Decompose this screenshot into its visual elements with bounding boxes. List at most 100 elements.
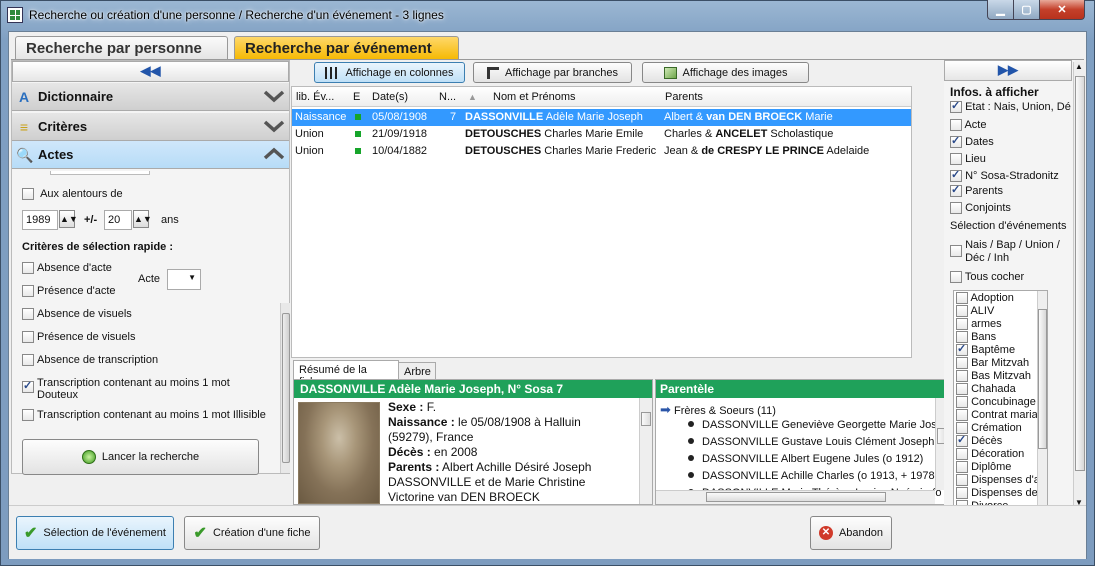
sosa-checkbox[interactable]	[950, 168, 962, 183]
right-collapse-button[interactable]: ▶▶	[944, 60, 1072, 81]
illisible-row[interactable]: Transcription contenant au moins 1 mot I…	[22, 409, 266, 422]
conjoints-checkbox[interactable]	[950, 202, 962, 215]
list-item[interactable]: Chahada	[956, 383, 1016, 396]
list-item[interactable]: Adoption	[956, 292, 1014, 305]
col-lib-evenement[interactable]: lib. Év...	[296, 91, 334, 103]
freres-soeurs-node[interactable]: ➡ Frères & Soeurs (11)	[660, 402, 776, 418]
absence-visuels-row[interactable]: Absence de visuels	[22, 308, 132, 321]
event-checkbox[interactable]	[956, 474, 968, 487]
tab-resume-fiche[interactable]: Résumé de la fiche	[293, 360, 399, 388]
list-item[interactable]: Dispenses d'affir	[956, 474, 1047, 487]
col-e[interactable]: E	[353, 91, 360, 103]
affichage-images-button[interactable]: Affichage des images	[642, 62, 809, 83]
event-checkbox[interactable]	[956, 409, 968, 422]
tous-cocher-row[interactable]: Tous cocher	[950, 271, 1024, 284]
illisible-checkbox[interactable]	[22, 409, 34, 422]
left-collapse-button[interactable]: ◀◀	[12, 61, 289, 82]
section-dictionnaire[interactable]: A Dictionnaire	[12, 83, 289, 111]
delta-input[interactable]: 20	[104, 210, 132, 230]
lieu-checkbox[interactable]	[950, 153, 962, 166]
close-button[interactable]: ✕	[1039, 0, 1085, 20]
list-item[interactable]: Décès	[956, 433, 1002, 448]
event-checkbox[interactable]	[956, 433, 968, 448]
summary-scrollbar-thumb[interactable]	[641, 412, 651, 426]
list-item[interactable]: armes	[956, 318, 1002, 331]
list-item[interactable]: DASSONVILLE Gustave Louis Clément Joseph…	[660, 436, 947, 448]
parents-checkbox[interactable]	[950, 183, 962, 198]
presence-visuels-checkbox[interactable]	[22, 331, 34, 344]
list-item[interactable]: ALIV	[956, 305, 994, 318]
absence-visuels-checkbox[interactable]	[22, 308, 34, 321]
tab-arbre[interactable]: Arbre	[398, 362, 436, 380]
event-checkbox[interactable]	[956, 487, 968, 500]
absence-acte-row[interactable]: Absence d'acte	[22, 262, 112, 275]
presence-acte-checkbox[interactable]	[22, 285, 34, 298]
minimize-button[interactable]: ▁	[987, 0, 1014, 20]
parentele-hscrollbar[interactable]	[656, 490, 935, 504]
lieu-row[interactable]: Lieu	[950, 153, 986, 166]
alentours-row[interactable]: Aux alentours de	[22, 188, 123, 201]
summary-scrollbar[interactable]	[639, 398, 652, 504]
delta-stepper[interactable]: ▲▼	[133, 210, 152, 228]
col-nom-prenoms[interactable]: Nom et Prénoms	[493, 91, 576, 103]
table-row[interactable]: Naissance 05/08/1908 7 DASSONVILLE Adèle…	[292, 109, 911, 126]
absence-transcription-row[interactable]: Absence de transcription	[22, 354, 158, 367]
creation-fiche-button[interactable]: ✔ Création d'une fiche	[184, 516, 320, 550]
col-dates[interactable]: Date(s)	[372, 91, 408, 103]
dates-checkbox[interactable]	[950, 134, 962, 149]
list-item[interactable]: DASSONVILLE Geneviève Georgette Marie Jo…	[660, 419, 943, 431]
affichage-colonnes-button[interactable]: Affichage en colonnes	[314, 62, 465, 83]
list-item[interactable]: Bas Mitzvah	[956, 370, 1031, 383]
event-list-scroll-thumb[interactable]	[1038, 309, 1047, 449]
event-checkbox[interactable]	[956, 357, 968, 370]
col-parents[interactable]: Parents	[665, 91, 703, 103]
absence-transcription-checkbox[interactable]	[22, 354, 34, 367]
left-scrollbar-thumb[interactable]	[282, 313, 290, 463]
list-item[interactable]: DASSONVILLE Albert Eugene Jules (o 1912)	[660, 453, 923, 465]
douteux-checkbox[interactable]	[22, 379, 34, 393]
sosa-row[interactable]: N° Sosa-Stradonitz	[950, 168, 1059, 183]
parentele-hscroll-thumb[interactable]	[706, 492, 886, 502]
alentours-checkbox[interactable]	[22, 188, 34, 201]
presence-visuels-row[interactable]: Présence de visuels	[22, 331, 135, 344]
year-stepper[interactable]: ▲▼	[59, 210, 78, 228]
selection-evenement-button[interactable]: ✔ Sélection de l'événement	[16, 516, 174, 550]
dates-row[interactable]: Dates	[950, 134, 994, 149]
lancer-recherche-button[interactable]: Lancer la recherche	[22, 439, 259, 475]
col-n[interactable]: N...	[439, 91, 456, 103]
tous-cocher-checkbox[interactable]	[950, 271, 962, 284]
absence-acte-checkbox[interactable]	[22, 262, 34, 275]
list-item[interactable]: Bar Mitzvah	[956, 357, 1029, 370]
right-main-scrollbar[interactable]: ▲ ▼	[1073, 62, 1086, 512]
nais-bap-row[interactable]: Nais / Bap / Union / Déc / Inh	[950, 239, 1060, 265]
list-item[interactable]: Concubinage	[956, 396, 1036, 409]
tab-recherche-personne[interactable]: Recherche par personne	[15, 36, 228, 60]
list-item[interactable]: Dispenses de cc	[956, 487, 1047, 500]
event-checkbox[interactable]	[956, 461, 968, 474]
acte-row[interactable]: Acte	[950, 119, 986, 132]
douteux-row[interactable]: Transcription contenant au moins 1 motDo…	[22, 377, 230, 401]
event-checkbox[interactable]	[956, 292, 968, 305]
event-checkbox[interactable]	[956, 396, 968, 409]
etat-checkbox[interactable]	[950, 99, 962, 114]
acte-checkbox[interactable]	[950, 119, 962, 132]
presence-acte-row[interactable]: Présence d'acte	[22, 285, 116, 298]
acte-select[interactable]: ▼	[167, 269, 201, 290]
left-scrollbar[interactable]	[280, 303, 290, 473]
scroll-up-icon[interactable]: ▲	[1075, 62, 1083, 71]
list-item[interactable]: DASSONVILLE Achille Charles (o 1913, + 1…	[660, 470, 935, 482]
tab-recherche-evenement[interactable]: Recherche par événement	[234, 36, 459, 60]
list-item[interactable]: Baptême	[956, 342, 1015, 357]
right-main-scroll-thumb[interactable]	[1075, 76, 1085, 471]
list-item[interactable]: Décoration	[956, 448, 1024, 461]
event-checkbox[interactable]	[956, 383, 968, 396]
section-criteres[interactable]: ≡ Critères	[12, 113, 289, 141]
list-item[interactable]: Contrat mariage	[956, 409, 1047, 422]
etat-row[interactable]: Etat : Nais, Union, Dé	[950, 99, 1071, 114]
event-checkbox[interactable]	[956, 318, 968, 331]
table-row[interactable]: Union 10/04/1882 DETOUSCHES Charles Mari…	[292, 143, 911, 160]
abandon-button[interactable]: ✕ Abandon	[810, 516, 892, 550]
event-list-scrollbar[interactable]	[1037, 291, 1047, 511]
conjoints-row[interactable]: Conjoints	[950, 202, 1011, 215]
event-checkbox[interactable]	[956, 448, 968, 461]
